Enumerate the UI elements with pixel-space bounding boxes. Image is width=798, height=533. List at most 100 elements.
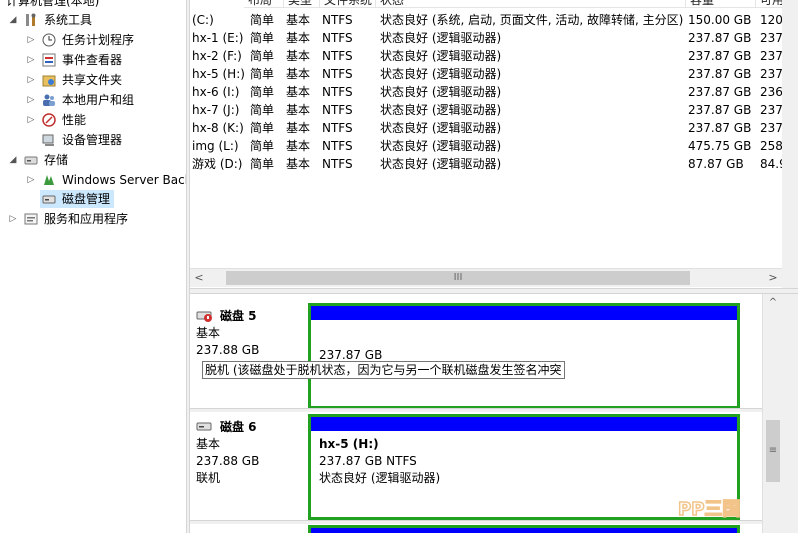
tooltip: 脱机 (该磁盘处于脱机状态，因为它与另一个联机磁盘发生签名冲突 xyxy=(202,361,565,379)
volume-list-vertical-scrollbar[interactable] xyxy=(782,0,798,288)
partition-size: 237.87 GB NTFS xyxy=(319,454,417,468)
disk-5-partition[interactable]: 237.87 GB xyxy=(308,303,740,409)
horizontal-scrollbar[interactable]: < III > xyxy=(190,268,782,287)
volume-layout: 简单 xyxy=(250,85,275,99)
expanded-arrow-icon[interactable]: ◢ xyxy=(8,151,18,169)
scroll-right-button[interactable]: > xyxy=(764,269,782,287)
tree-item-label: 任务计划程序 xyxy=(62,33,135,47)
volume-list: 布局 类型 文件系统 状态 容量 可用 (C:) 简单 基本 NTFS 状态良好… xyxy=(190,0,798,288)
partition-status: 状态良好 (逻辑驱动器) xyxy=(319,471,441,485)
column-header-status[interactable]: 状态 xyxy=(376,0,686,8)
volume-status: 状态良好 (系统, 启动, 页面文件, 活动, 故障转储, 主分区) xyxy=(380,13,684,27)
volume-layout: 简单 xyxy=(250,103,275,117)
tree-item-label: 设备管理器 xyxy=(62,133,123,147)
table-row[interactable]: hx-7 (J:) 简单 基本 NTFS 状态良好 (逻辑驱动器) 237.87… xyxy=(190,101,798,119)
volume-status: 状态良好 (逻辑驱动器) xyxy=(380,121,502,135)
scroll-thumb[interactable]: III xyxy=(226,271,690,285)
collapsed-arrow-icon[interactable]: ▷ xyxy=(26,71,36,89)
scroll-up-button[interactable]: ^ xyxy=(763,294,783,312)
users-icon xyxy=(43,94,55,106)
volume-layout: 简单 xyxy=(250,13,275,27)
volume-status: 状态良好 (逻辑驱动器) xyxy=(380,139,502,153)
collapsed-arrow-icon[interactable]: ▷ xyxy=(26,111,36,129)
table-row[interactable]: (C:) 简单 基本 NTFS 状态良好 (系统, 启动, 页面文件, 活动, … xyxy=(190,11,798,29)
tree-item-task-scheduler[interactable]: ▷ 任务计划程序 xyxy=(0,31,186,49)
collapsed-arrow-icon[interactable]: ▷ xyxy=(8,210,18,228)
expanded-arrow-icon[interactable]: ◢ xyxy=(8,11,18,29)
volume-capacity: 237.87 GB xyxy=(688,49,752,63)
table-row[interactable]: img (L:) 简单 基本 NTFS 状态良好 (逻辑驱动器) 475.75 … xyxy=(190,137,798,155)
volume-capacity: 475.75 GB xyxy=(688,139,752,153)
volume-free: 236 xyxy=(760,85,783,99)
column-header-capacity[interactable]: 容量 xyxy=(686,0,756,8)
table-row[interactable]: hx-1 (E:) 简单 基本 NTFS 状态良好 (逻辑驱动器) 237.87… xyxy=(190,29,798,47)
volume-filesystem: NTFS xyxy=(322,103,353,117)
services-icon xyxy=(24,213,38,225)
volume-layout: 简单 xyxy=(250,121,275,135)
tree-item-system-tools[interactable]: ◢ 系统工具 xyxy=(0,11,186,29)
tree-item-device-manager[interactable]: 设备管理器 xyxy=(0,131,186,149)
volume-free: 237 xyxy=(760,103,783,117)
scroll-left-button[interactable]: < xyxy=(190,269,208,287)
tree-item-performance[interactable]: ▷ 性能 xyxy=(0,111,186,129)
collapsed-arrow-icon[interactable]: ▷ xyxy=(26,51,36,69)
volume-capacity: 237.87 GB xyxy=(688,31,752,45)
volume-capacity: 87.87 GB xyxy=(688,157,744,171)
tree-item-local-users[interactable]: ▷ 本地用户和组 xyxy=(0,91,186,109)
disk-separator xyxy=(190,408,762,412)
disk-6-name: 磁盘 6 xyxy=(220,420,257,434)
tree-root[interactable]: 计算机管理(本地) xyxy=(0,0,186,10)
volume-free: 237 xyxy=(760,121,783,135)
disk-5-type: 基本 xyxy=(196,326,221,340)
volume-layout: 简单 xyxy=(250,67,275,81)
disk-5-header[interactable]: 磁盘 5 基本 237.88 GB xyxy=(196,308,304,359)
partition-label: hx-5 (H:) xyxy=(319,437,379,451)
volume-filesystem: NTFS xyxy=(322,49,353,63)
volume-status: 状态良好 (逻辑驱动器) xyxy=(380,31,502,45)
tree-item-storage[interactable]: ◢ 存储 xyxy=(0,151,186,169)
tree-item-disk-management[interactable]: 磁盘管理 xyxy=(0,190,186,208)
volume-name: 游戏 (D:) xyxy=(192,157,243,171)
volume-layout: 简单 xyxy=(250,49,275,63)
volume-filesystem: NTFS xyxy=(322,67,353,81)
disk-6-header[interactable]: 磁盘 6 基本 237.88 GB 联机 xyxy=(196,419,304,487)
column-header-layout[interactable]: 布局 xyxy=(244,0,284,8)
volume-filesystem: NTFS xyxy=(322,31,353,45)
volume-capacity: 237.87 GB xyxy=(688,67,752,81)
volume-status: 状态良好 (逻辑驱动器) xyxy=(380,103,502,117)
column-header-filesystem[interactable]: 文件系统 xyxy=(320,0,376,8)
tree-item-services-apps[interactable]: ▷ 服务和应用程序 xyxy=(0,210,186,228)
volume-capacity: 237.87 GB xyxy=(688,103,752,117)
collapsed-arrow-icon[interactable]: ▷ xyxy=(26,171,36,189)
volume-capacity: 237.87 GB xyxy=(688,85,752,99)
collapsed-arrow-icon[interactable]: ▷ xyxy=(26,31,36,49)
partition-bar xyxy=(311,306,737,320)
watermark-logo: PP三国 xyxy=(677,498,741,521)
volume-type: 基本 xyxy=(286,139,311,153)
column-header-type[interactable]: 类型 xyxy=(284,0,320,8)
tree-item-label: 性能 xyxy=(62,113,87,127)
table-row[interactable]: hx-2 (F:) 简单 基本 NTFS 状态良好 (逻辑驱动器) 237.87… xyxy=(190,47,798,65)
collapsed-arrow-icon[interactable]: ▷ xyxy=(26,91,36,109)
disk-icon xyxy=(196,422,212,431)
volume-type: 基本 xyxy=(286,31,311,45)
volume-free: 120 xyxy=(760,13,783,27)
volume-name: hx-8 (K:) xyxy=(192,121,244,135)
scroll-thumb[interactable]: ≡ xyxy=(766,420,780,482)
tree-item-label: 事件查看器 xyxy=(62,53,123,67)
performance-icon xyxy=(42,113,56,127)
table-row[interactable]: hx-5 (H:) 简单 基本 NTFS 状态良好 (逻辑驱动器) 237.87… xyxy=(190,65,798,83)
tree-item-label: 磁盘管理 xyxy=(62,192,111,206)
volume-type: 基本 xyxy=(286,157,311,171)
clock-icon xyxy=(42,33,56,47)
tree-item-event-viewer[interactable]: ▷ 事件查看器 xyxy=(0,51,186,69)
tree-item-shared-folders[interactable]: ▷ 共享文件夹 xyxy=(0,71,186,89)
tree-item-windows-server-backup[interactable]: ▷ Windows Server Back xyxy=(0,171,186,189)
table-row[interactable]: hx-6 (I:) 简单 基本 NTFS 状态良好 (逻辑驱动器) 237.87… xyxy=(190,83,798,101)
volume-capacity: 150.00 GB xyxy=(688,13,752,27)
volume-filesystem: NTFS xyxy=(322,157,353,171)
table-row[interactable]: 游戏 (D:) 简单 基本 NTFS 状态良好 (逻辑驱动器) 87.87 GB… xyxy=(190,155,798,173)
next-disk-partition[interactable] xyxy=(308,525,740,533)
volume-layout: 简单 xyxy=(250,31,275,45)
table-row[interactable]: hx-8 (K:) 简单 基本 NTFS 状态良好 (逻辑驱动器) 237.87… xyxy=(190,119,798,137)
